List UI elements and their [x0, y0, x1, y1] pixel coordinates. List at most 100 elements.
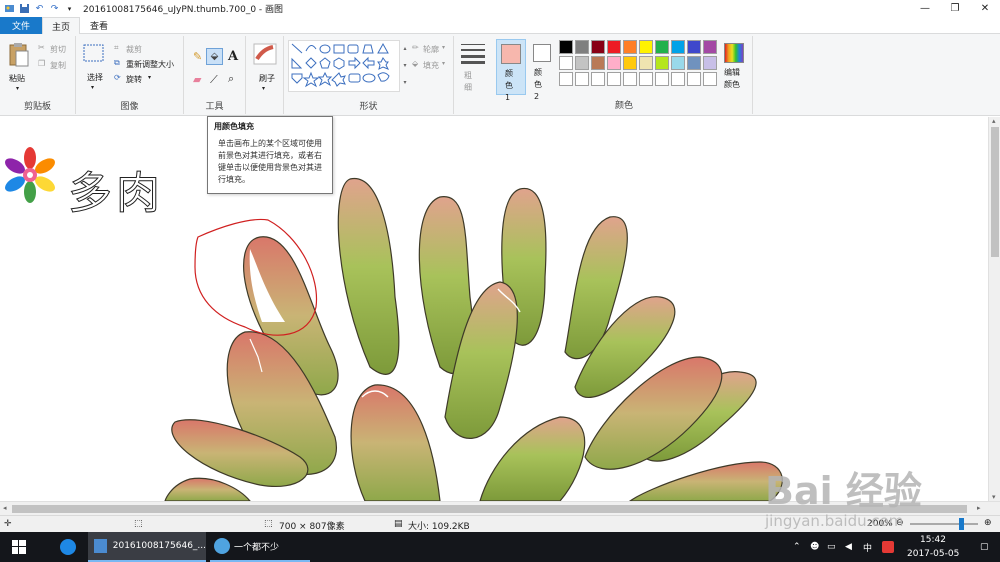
- volume-icon[interactable]: ◀: [845, 532, 852, 562]
- color1-button[interactable]: 颜色 1: [496, 39, 526, 102]
- minimize-button[interactable]: —: [910, 0, 940, 17]
- scissors-icon: ✂: [38, 43, 45, 52]
- tray-app-icon[interactable]: ☻: [810, 532, 819, 562]
- palette-swatch[interactable]: [639, 40, 653, 54]
- palette-swatch[interactable]: [655, 72, 669, 86]
- palette-swatch[interactable]: [607, 72, 621, 86]
- fill-icon: ⬙: [412, 59, 419, 68]
- tab-file[interactable]: 文件: [0, 17, 42, 34]
- resize-button[interactable]: ⧉ 重新调整大小: [114, 58, 184, 70]
- maximize-button[interactable]: ❐: [940, 0, 970, 17]
- rotate-button[interactable]: ⟳ 旋转 ▾: [114, 73, 174, 85]
- size-button[interactable]: 粗细: [456, 38, 490, 96]
- tab-home[interactable]: 主页: [42, 17, 80, 34]
- scroll-up-icon[interactable]: ▴: [992, 117, 996, 125]
- customize-toolbar-icon[interactable]: ▾: [64, 3, 75, 14]
- image-dimensions: 700 × 807像素: [279, 522, 345, 532]
- tray-expand-icon[interactable]: ⌃: [793, 532, 801, 562]
- palette-swatch[interactable]: [671, 56, 685, 70]
- brushes-button[interactable]: 刷子 ▾: [251, 41, 279, 97]
- select-button[interactable]: 选择 ▾: [82, 42, 106, 96]
- outline-icon: ✏: [412, 43, 419, 52]
- shapes-gallery-icons: [291, 42, 390, 88]
- crop-button[interactable]: ⌗ 裁剪: [114, 43, 174, 55]
- window-title: 20161008175646_uJyPN.thumb.700_0 - 画图: [83, 5, 284, 15]
- selection-size-icon: ⬚: [134, 519, 143, 529]
- color2-button[interactable]: 颜色 2: [528, 39, 556, 101]
- palette-swatch[interactable]: [591, 40, 605, 54]
- cut-button[interactable]: ✂ 剪切: [38, 43, 74, 55]
- taskbar-search-app[interactable]: [50, 532, 86, 562]
- palette-swatch[interactable]: [639, 72, 653, 86]
- vertical-scroll-thumb[interactable]: [991, 127, 999, 257]
- palette-swatch[interactable]: [703, 72, 717, 86]
- network-icon[interactable]: ▭: [827, 532, 836, 562]
- close-button[interactable]: ✕: [970, 0, 1000, 17]
- palette-swatch[interactable]: [687, 56, 701, 70]
- palette-swatch[interactable]: [623, 72, 637, 86]
- shapes-gallery[interactable]: [288, 40, 400, 92]
- palette-swatch[interactable]: [591, 72, 605, 86]
- taskbar-app2-label: 一个都不少: [234, 542, 280, 553]
- palette-swatch[interactable]: [559, 56, 573, 70]
- select-rectangle-icon: [83, 44, 104, 62]
- tools-group: ✎ ⬙ A ▰ ⟋ ⌕ 工具: [184, 36, 246, 114]
- shapes-scrollbar[interactable]: ▴ ▾ ▾: [401, 40, 409, 92]
- palette-swatch[interactable]: [623, 40, 637, 54]
- outline-label: 轮廓: [423, 45, 439, 54]
- start-button[interactable]: [0, 532, 38, 562]
- quick-access-toolbar: ↶ ↷ ▾: [0, 3, 75, 14]
- palette-swatch[interactable]: [575, 56, 589, 70]
- sogou-icon[interactable]: [882, 532, 894, 562]
- palette-swatch[interactable]: [703, 56, 717, 70]
- vertical-scrollbar[interactable]: ▴ ▾: [988, 117, 1000, 501]
- title-bar: ↶ ↷ ▾ 20161008175646_uJyPN.thumb.700_0 -…: [0, 0, 1000, 17]
- text-icon[interactable]: A: [228, 49, 238, 64]
- palette-swatch[interactable]: [623, 56, 637, 70]
- palette-swatch[interactable]: [591, 56, 605, 70]
- palette-swatch[interactable]: [607, 56, 621, 70]
- scroll-left-icon[interactable]: ◂: [3, 504, 7, 512]
- palette-swatch[interactable]: [687, 40, 701, 54]
- palette-swatch[interactable]: [639, 56, 653, 70]
- undo-icon[interactable]: ↶: [34, 3, 45, 14]
- notification-icon[interactable]: ▢: [980, 532, 989, 562]
- select-dropdown-icon: ▾: [91, 84, 95, 91]
- save-icon[interactable]: [19, 3, 30, 14]
- palette-swatch[interactable]: [655, 56, 669, 70]
- rotate-icon: ⟳: [114, 73, 121, 82]
- outline-button[interactable]: ✏ 轮廓 ▾: [412, 43, 452, 55]
- palette-swatch[interactable]: [687, 72, 701, 86]
- fill-button[interactable]: ⬙ 填充 ▾: [412, 59, 452, 71]
- copy-button[interactable]: ❐ 复制: [38, 59, 74, 71]
- canvas-area[interactable]: 多肉: [0, 117, 988, 501]
- magnifier-icon[interactable]: ⌕: [228, 72, 234, 86]
- clock-date[interactable]: 2017-05-05: [907, 539, 959, 562]
- palette-swatch[interactable]: [671, 72, 685, 86]
- taskbar-app2[interactable]: 一个都不少: [210, 532, 310, 562]
- copy-label: 复制: [50, 61, 66, 70]
- tab-view[interactable]: 查看: [82, 17, 116, 34]
- fill-label: 填充: [423, 61, 439, 70]
- palette-swatch[interactable]: [703, 40, 717, 54]
- ime-indicator[interactable]: 中: [863, 532, 872, 562]
- fill-bucket-icon[interactable]: ⬙: [206, 48, 223, 65]
- pencil-icon[interactable]: ✎: [193, 50, 202, 63]
- palette-swatch[interactable]: [671, 40, 685, 54]
- taskbar-paint[interactable]: 20161008175646_...: [88, 532, 206, 562]
- palette-swatch[interactable]: [559, 72, 573, 86]
- paste-button[interactable]: 粘贴 ▾: [6, 40, 32, 98]
- line-thickness-icon: [461, 44, 485, 64]
- palette-swatch[interactable]: [559, 40, 573, 54]
- palette-swatch[interactable]: [575, 40, 589, 54]
- edit-colors-label: 编辑颜色: [724, 68, 740, 89]
- edit-colors-button[interactable]: 编辑颜色: [720, 39, 748, 95]
- redo-icon[interactable]: ↷: [49, 3, 60, 14]
- ribbon: 粘贴 ▾ ✂ 剪切 ❐ 复制 剪贴板 选择 ▾ ⌗ 裁剪 ⧉ 重新调整大小 ⟳ …: [0, 34, 1000, 116]
- paint-app-icon[interactable]: [4, 3, 15, 14]
- color-picker-icon[interactable]: ⟋: [210, 73, 218, 87]
- palette-swatch[interactable]: [575, 72, 589, 86]
- palette-swatch[interactable]: [607, 40, 621, 54]
- palette-swatch[interactable]: [655, 40, 669, 54]
- eraser-icon[interactable]: ▰: [193, 73, 201, 86]
